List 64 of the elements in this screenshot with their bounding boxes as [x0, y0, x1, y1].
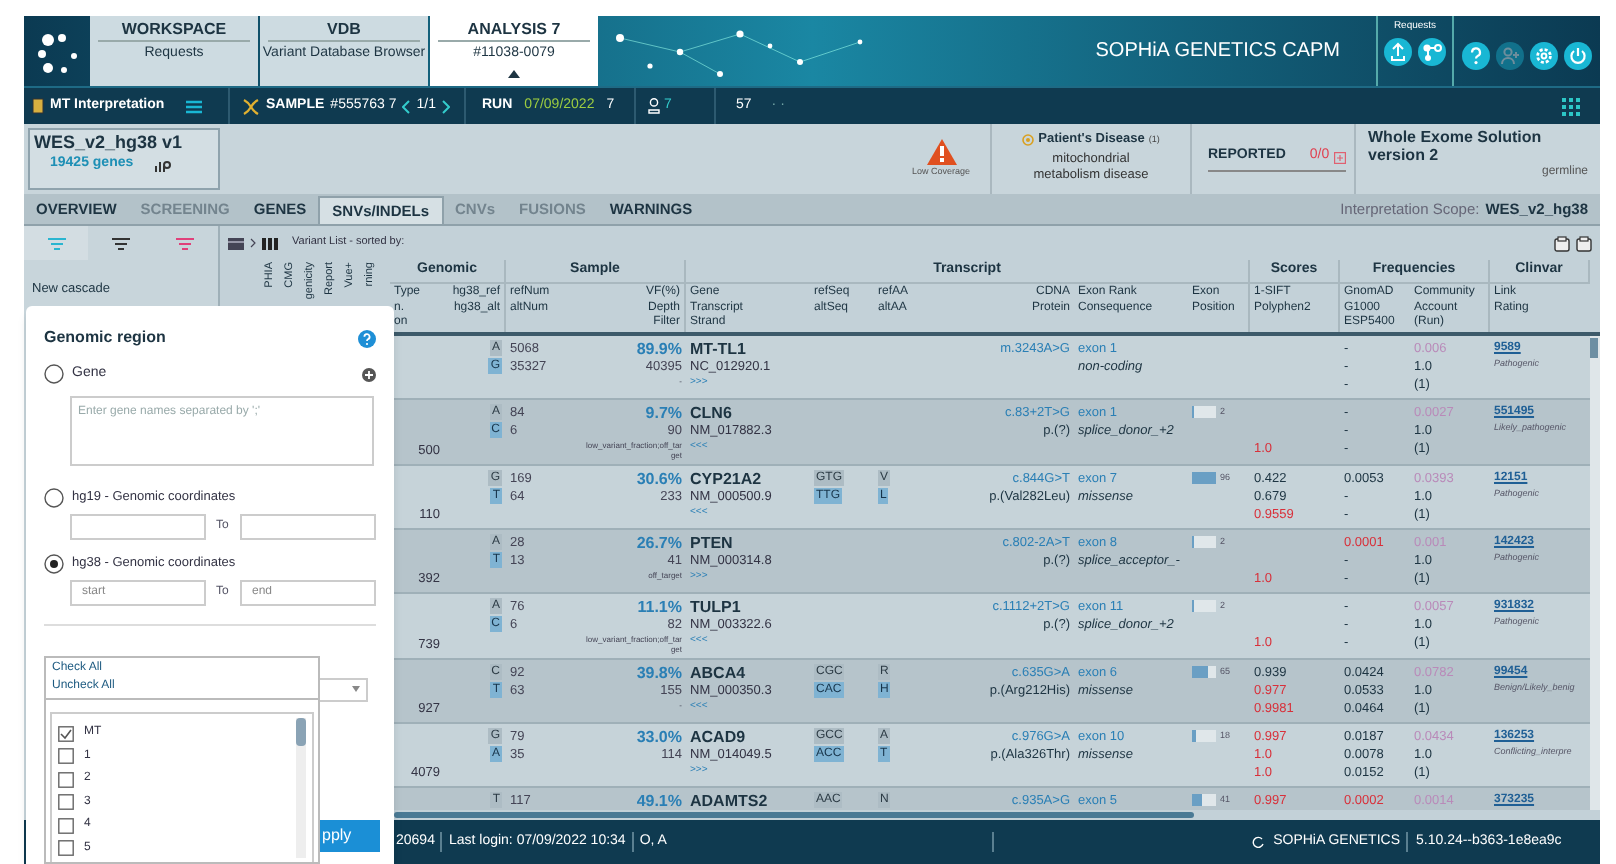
target-icon [1022, 133, 1035, 146]
checkbox[interactable] [58, 840, 74, 857]
variant-fraction: 11.1% [637, 598, 682, 616]
add-icon[interactable] [362, 367, 376, 382]
upload-icon[interactable] [1384, 38, 1412, 66]
filter-icon[interactable] [111, 237, 129, 249]
scrollbar[interactable] [1590, 336, 1600, 810]
gene-name: ABCA4 [690, 664, 748, 682]
popup-title: Genomic region [44, 326, 166, 350]
position-gauge [1192, 600, 1216, 613]
print-icon[interactable] [1576, 235, 1592, 251]
position-gauge [1192, 794, 1216, 807]
gene-name: ACAD9 [690, 728, 748, 746]
gene-name: CLN6 [690, 404, 734, 422]
scrollbar[interactable] [296, 718, 306, 858]
help-icon[interactable] [1462, 42, 1490, 70]
variant-fraction: 89.9% [636, 340, 682, 358]
variant-fraction: 49.1% [636, 792, 682, 810]
position-gauge [1192, 536, 1216, 549]
caret-icon [352, 686, 360, 692]
position-gauge [1192, 406, 1216, 419]
radio-button[interactable] [44, 553, 64, 573]
checkbox[interactable] [58, 817, 74, 834]
checkbox[interactable] [58, 748, 74, 765]
checkbox[interactable] [58, 794, 74, 811]
scrollbar-thumb[interactable] [394, 812, 1194, 818]
next-icon[interactable] [442, 99, 450, 113]
radio-button[interactable] [44, 364, 64, 385]
checkbox[interactable] [58, 725, 74, 742]
gene-name: PTEN [690, 534, 735, 552]
solution-name: Whole Exome Solution version 2 [1368, 128, 1542, 164]
warning-icon [925, 138, 957, 167]
radio-button[interactable] [44, 487, 64, 507]
gene-name: TULP1 [690, 598, 743, 616]
gene-name: CYP21A2 [690, 470, 764, 488]
settings-icon[interactable] [1530, 42, 1558, 70]
gene-name: MT-TL1 [690, 340, 748, 358]
columns-icon[interactable] [262, 237, 278, 249]
position-gauge [1192, 666, 1216, 679]
bar-chart-icon [153, 157, 172, 172]
position-gauge [1192, 472, 1216, 485]
power-icon[interactable] [1564, 42, 1592, 70]
grid-icon[interactable] [1562, 97, 1580, 115]
end-field[interactable] [240, 513, 376, 539]
document-icon [32, 98, 44, 114]
variant-fraction: 33.0% [636, 728, 682, 746]
variant-fraction: 39.8% [636, 664, 682, 682]
menu-icon[interactable] [186, 99, 203, 113]
position-gauge [1192, 730, 1216, 743]
chevron-icon [250, 238, 256, 248]
checkbox[interactable] [58, 771, 74, 788]
start-field[interactable] [70, 513, 206, 539]
apply-button[interactable]: pply [320, 820, 380, 852]
user-icon [648, 98, 660, 114]
variant-fraction: 26.7% [636, 534, 682, 552]
refresh-icon [1251, 836, 1264, 848]
previous-icon[interactable] [402, 99, 411, 113]
logo-icon[interactable] [35, 29, 79, 73]
variant-fraction: 30.6% [636, 470, 682, 488]
variant-fraction: 9.7% [645, 404, 682, 422]
app-title: SOPHiA GENETICS CAPM [1095, 38, 1340, 66]
gene-name: ADAMTS2 [690, 792, 770, 810]
table-icon[interactable] [228, 237, 244, 249]
share-icon[interactable] [1418, 38, 1446, 66]
